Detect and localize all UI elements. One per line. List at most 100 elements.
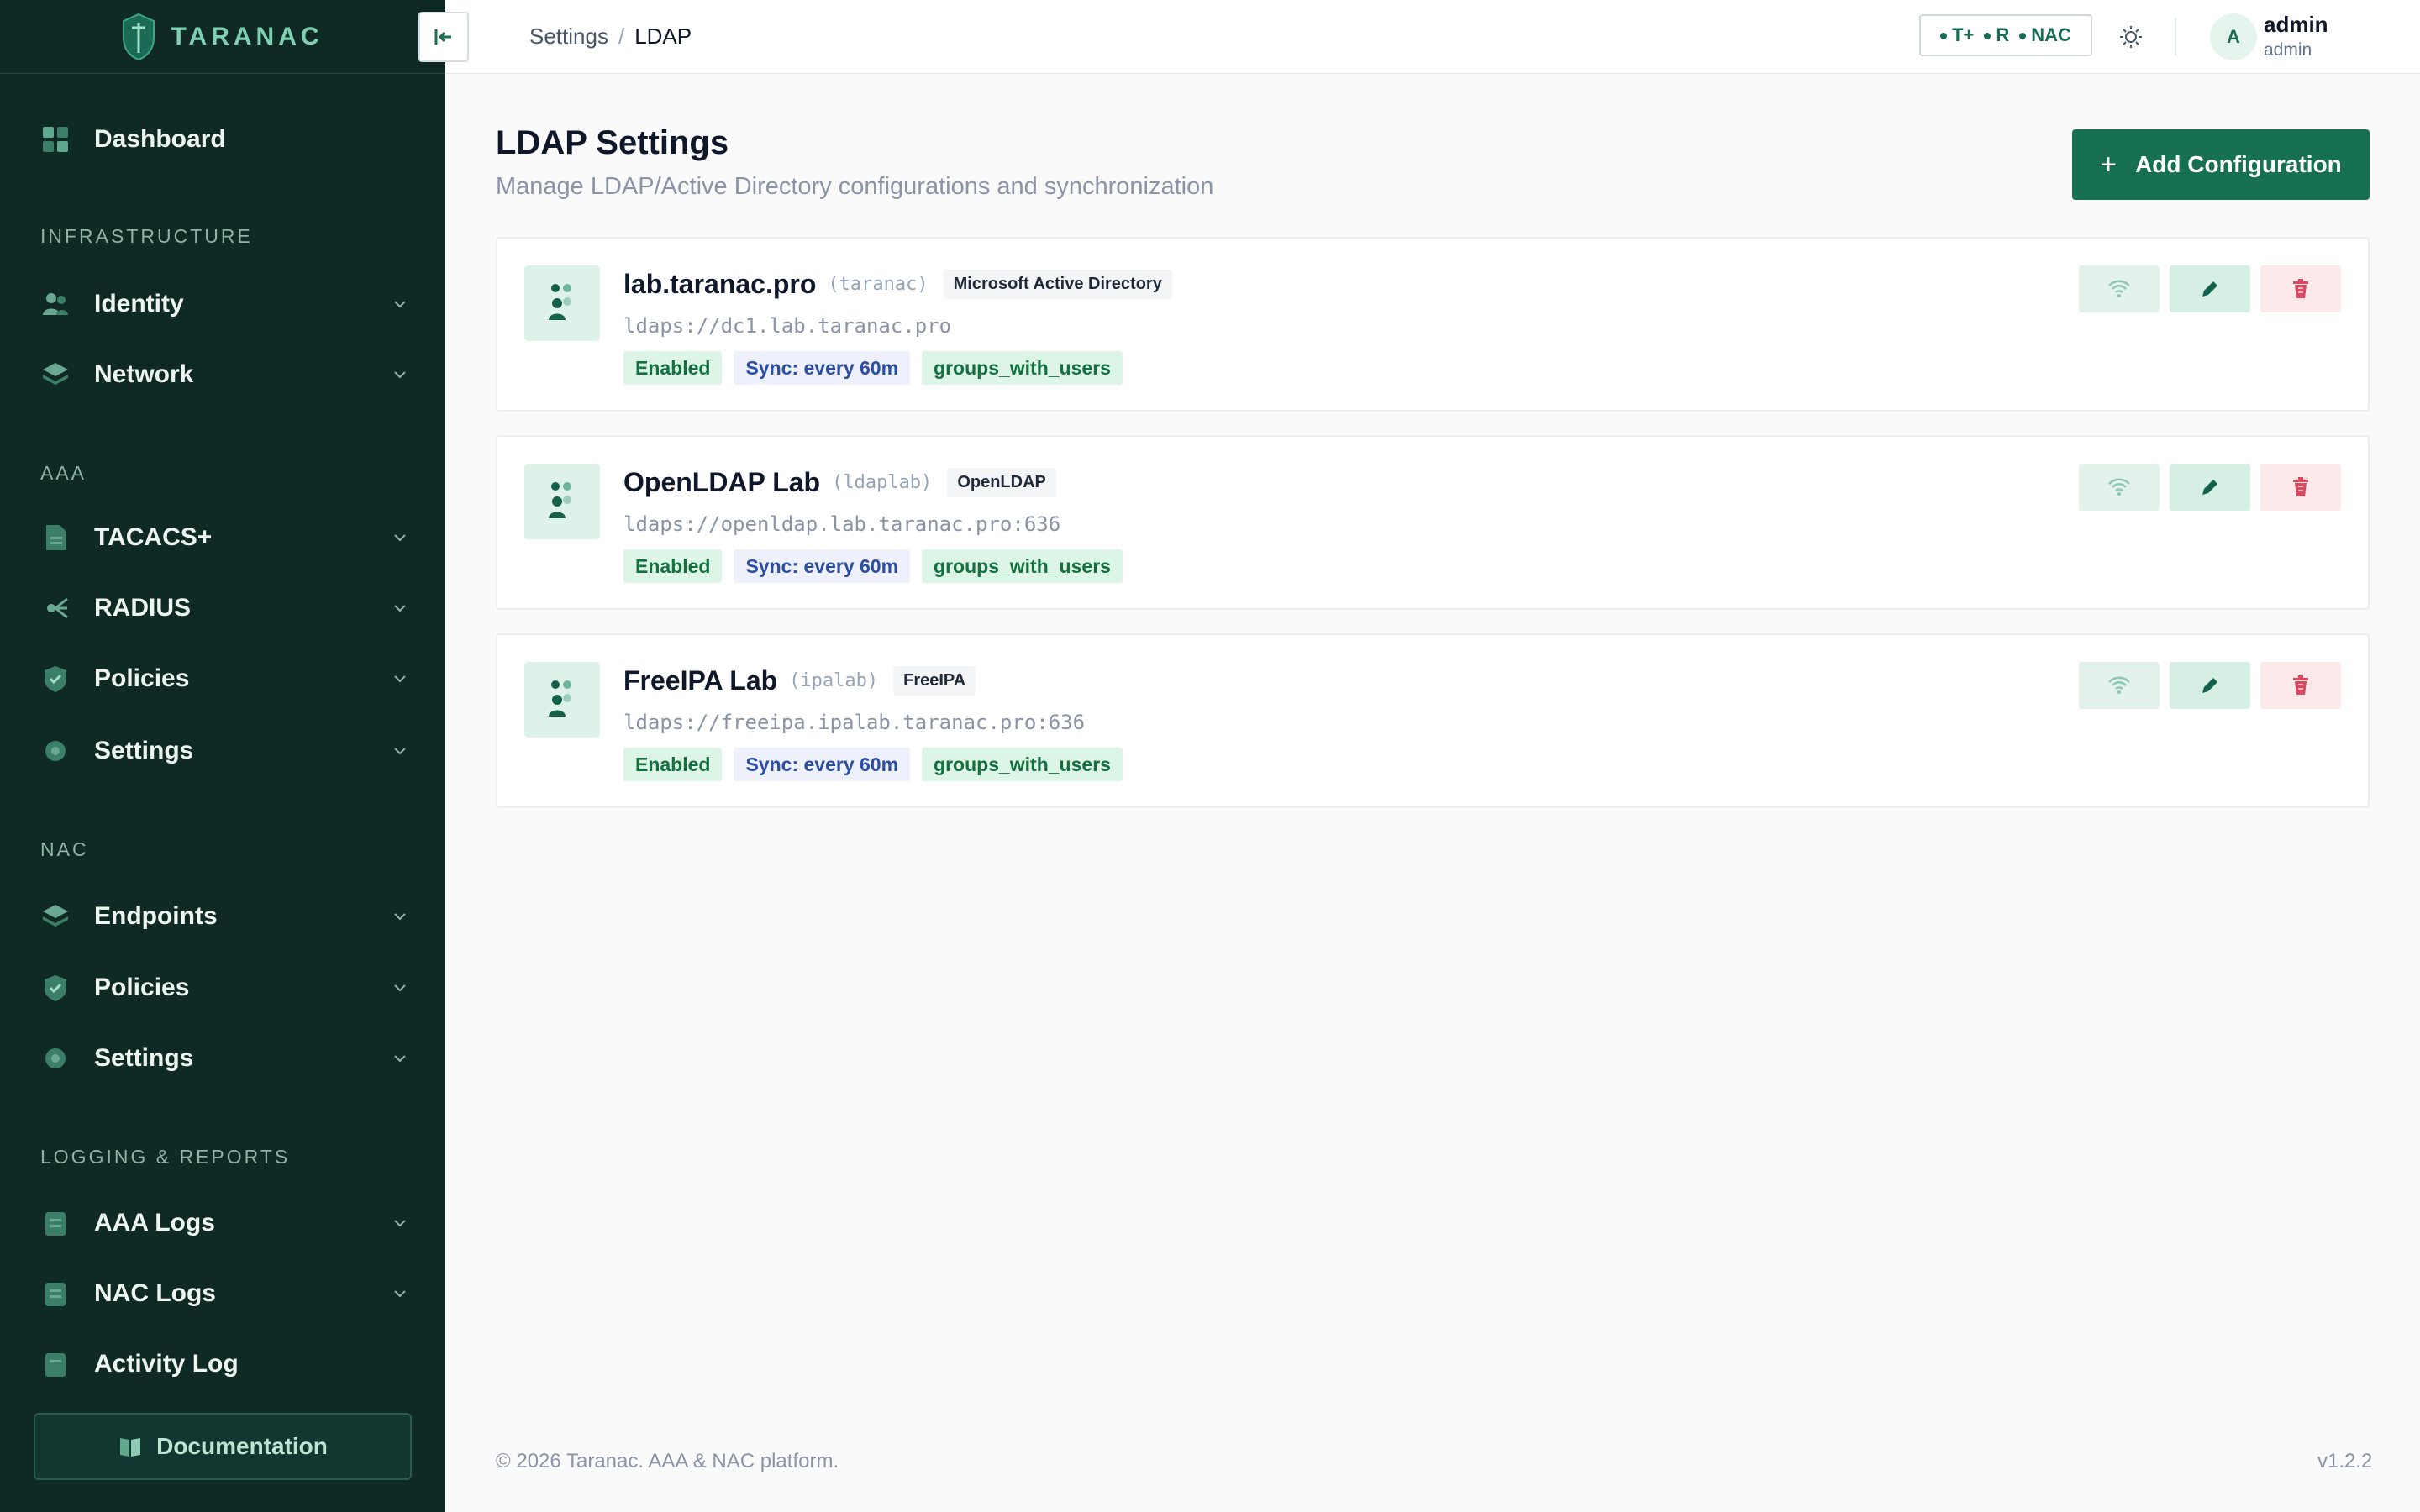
config-title-row: OpenLDAP Lab (ldaplab) OpenLDAP — [623, 467, 1056, 498]
breadcrumb-ldap: LDAP — [634, 24, 692, 49]
sidebar-item-label: RADIUS — [94, 594, 192, 622]
chevron-down-icon — [394, 1220, 406, 1227]
sidebar-item-nac-settings[interactable]: Settings — [40, 1033, 410, 1084]
sidebar-nav: Dashboard INFRASTRUCTURE Identity Networ… — [0, 74, 445, 1384]
brand[interactable]: TARANAC — [0, 0, 445, 74]
theme-toggle-button[interactable] — [2114, 20, 2148, 54]
status-badge: Enabled — [623, 549, 723, 583]
config-name: lab.taranac.pro — [623, 269, 817, 299]
sidebar-item-label: Activity Log — [94, 1350, 239, 1378]
ldap-config-card: lab.taranac.pro (taranac) Microsoft Acti… — [496, 237, 2370, 412]
chevron-down-icon — [394, 913, 406, 921]
sun-icon — [2120, 26, 2142, 48]
sidebar-item-label: Network — [94, 360, 194, 388]
test-connection-button[interactable] — [2079, 265, 2160, 312]
protocol-badge-radius: R — [1984, 24, 2009, 46]
chevron-down-icon — [394, 748, 406, 755]
add-configuration-button[interactable]: + Add Configuration — [2072, 129, 2370, 200]
wifi-icon — [2108, 676, 2130, 694]
ldap-config-card: FreeIPA Lab (ipalab) FreeIPA ldaps://fre… — [496, 633, 2370, 808]
test-connection-button[interactable] — [2079, 662, 2160, 709]
add-configuration-label: Add Configuration — [2135, 151, 2342, 177]
trash-icon — [2293, 477, 2308, 496]
gear-icon — [40, 736, 71, 766]
test-connection-button[interactable] — [2079, 464, 2160, 511]
sync-mode-badge: groups_with_users — [922, 549, 1123, 583]
config-type-badge: Microsoft Active Directory — [943, 270, 1172, 299]
chevron-down-icon — [394, 605, 406, 612]
breadcrumb-settings[interactable]: Settings — [529, 24, 608, 50]
top-header: Settings / LDAP T+ R NAC A admin admin — [418, 0, 2420, 74]
sidebar-item-nac-policies[interactable]: Policies — [40, 963, 410, 1013]
config-title-row: lab.taranac.pro (taranac) Microsoft Acti… — [623, 269, 1172, 300]
config-url: ldaps://freeipa.ipalab.taranac.pro:636 — [623, 711, 1086, 734]
config-type-badge: OpenLDAP — [947, 468, 1056, 497]
avatar[interactable]: A — [2210, 13, 2257, 60]
log-icon — [40, 1349, 71, 1379]
protocol-badge-nac: NAC — [2019, 24, 2071, 46]
sidebar-item-tacacs[interactable]: TACACS+ — [40, 512, 410, 563]
chevron-down-icon — [394, 301, 406, 308]
dashboard-icon — [40, 124, 71, 155]
collapse-sidebar-button[interactable] — [418, 12, 469, 62]
sidebar-item-label: Dashboard — [94, 125, 226, 153]
user-name[interactable]: admin — [2264, 12, 2328, 38]
breadcrumb-separator: / — [618, 24, 625, 49]
sidebar-item-label: Policies — [94, 664, 190, 692]
trash-icon — [2293, 279, 2308, 298]
config-name: OpenLDAP Lab — [623, 467, 821, 497]
header-divider — [2175, 18, 2176, 55]
sidebar-item-aaa-policies[interactable]: Policies — [40, 654, 410, 704]
delete-button[interactable] — [2260, 662, 2341, 709]
brand-name: TARANAC — [171, 22, 324, 50]
documentation-label: Documentation — [156, 1433, 328, 1459]
radius-icon — [40, 593, 71, 623]
documentation-button[interactable]: Documentation — [34, 1413, 412, 1480]
edit-button[interactable] — [2170, 662, 2250, 709]
config-actions — [2079, 662, 2341, 709]
section-infrastructure: INFRASTRUCTURE — [40, 225, 253, 247]
footer-version: v1.2.2 — [2317, 1450, 2373, 1473]
chevron-down-icon — [394, 984, 406, 992]
page-subtitle: Manage LDAP/Active Directory configurati… — [496, 173, 1214, 200]
book-icon — [120, 1438, 141, 1457]
ldap-directory-icon — [524, 464, 600, 539]
breadcrumb: Settings / LDAP — [529, 24, 692, 50]
sidebar-item-aaa-logs[interactable]: AAA Logs — [40, 1198, 410, 1248]
sidebar-item-label: Policies — [94, 974, 190, 1001]
delete-button[interactable] — [2260, 464, 2341, 511]
sidebar-item-label: TACACS+ — [94, 523, 213, 551]
sidebar-item-aaa-settings[interactable]: Settings — [40, 726, 410, 776]
config-url: ldaps://dc1.lab.taranac.pro — [623, 314, 952, 338]
ldap-directory-icon — [524, 265, 600, 341]
config-tags: Enabled Sync: every 60m groups_with_user… — [623, 351, 1123, 385]
sync-mode-badge: groups_with_users — [922, 748, 1123, 781]
edit-button[interactable] — [2170, 464, 2250, 511]
layers-icon — [40, 360, 71, 390]
section-nac: NAC — [40, 838, 89, 860]
sync-badge: Sync: every 60m — [734, 351, 911, 385]
sidebar-item-network[interactable]: Network — [40, 349, 410, 400]
config-tags: Enabled Sync: every 60m groups_with_user… — [623, 549, 1123, 583]
config-tags: Enabled Sync: every 60m groups_with_user… — [623, 748, 1123, 781]
config-title-row: FreeIPA Lab (ipalab) FreeIPA — [623, 665, 976, 696]
config-key: (ldaplab) — [832, 472, 933, 493]
page-title: LDAP Settings — [496, 124, 729, 161]
config-type-badge: FreeIPA — [893, 666, 976, 696]
sidebar-item-endpoints[interactable]: Endpoints — [40, 891, 410, 942]
protocol-status-badges: T+ R NAC — [1919, 14, 2092, 56]
sidebar-item-label: NAC Logs — [94, 1279, 216, 1307]
ldap-directory-icon — [524, 662, 600, 738]
sidebar-item-nac-logs[interactable]: NAC Logs — [40, 1268, 410, 1319]
chevron-down-icon — [394, 1055, 406, 1063]
gear-icon — [40, 1043, 71, 1074]
pencil-icon — [2202, 480, 2217, 495]
sidebar-item-label: Settings — [94, 1044, 194, 1072]
sidebar-item-identity[interactable]: Identity — [40, 279, 410, 329]
sidebar-item-dashboard[interactable]: Dashboard — [40, 114, 410, 165]
sidebar-item-activity-log[interactable]: Activity Log — [40, 1339, 410, 1384]
sidebar-item-radius[interactable]: RADIUS — [40, 583, 410, 633]
delete-button[interactable] — [2260, 265, 2341, 312]
edit-button[interactable] — [2170, 265, 2250, 312]
collapse-arrow-icon — [434, 29, 451, 45]
